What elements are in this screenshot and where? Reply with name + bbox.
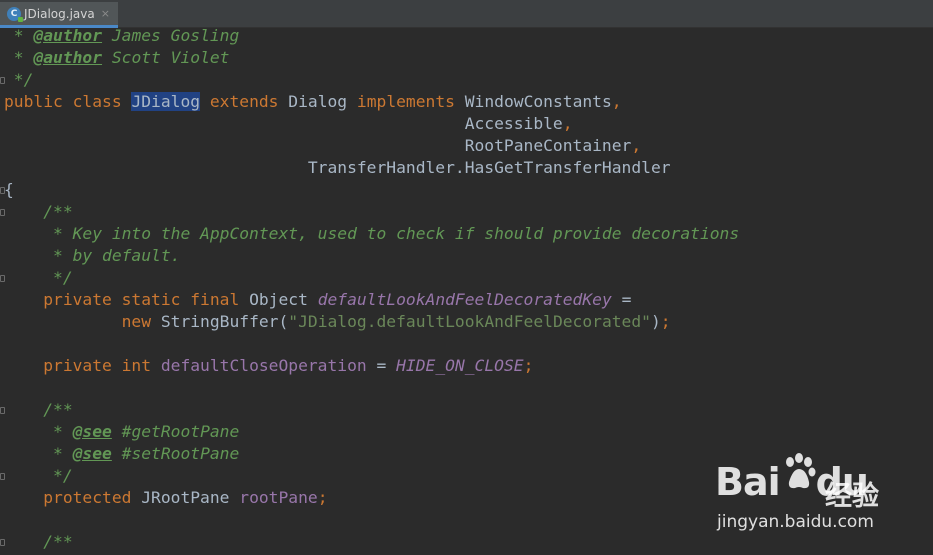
code-token: ; xyxy=(317,488,328,507)
fold-marker-icon[interactable] xyxy=(0,407,5,414)
code-line: /** xyxy=(4,201,73,223)
fold-marker-icon[interactable] xyxy=(0,209,5,216)
code-token: /** xyxy=(4,202,73,221)
editor-tab-bar: C JDialog.java × xyxy=(0,0,933,28)
code-token: extends xyxy=(200,92,289,111)
code-token: rootPane xyxy=(239,488,318,507)
code-token: WindowConstants xyxy=(464,92,612,111)
code-line: private int defaultCloseOperation = HIDE… xyxy=(4,355,533,377)
code-token: TransferHandler.HasGetTransferHandler xyxy=(4,158,671,177)
code-line: private static final Object defaultLookA… xyxy=(4,289,631,311)
code-token: protected xyxy=(4,488,142,507)
code-line: * by default. xyxy=(4,245,180,267)
watermark-chinese-text: 经验 xyxy=(825,481,879,512)
fold-marker-icon[interactable] xyxy=(0,77,5,84)
code-token: defaultCloseOperation xyxy=(160,356,367,375)
java-class-icon: C xyxy=(7,6,23,22)
code-token: , xyxy=(631,136,642,155)
code-token: StringBuffer( xyxy=(160,312,289,331)
code-token: * xyxy=(4,444,73,463)
code-line: * @author Scott Violet xyxy=(4,47,230,69)
code-token: ; xyxy=(660,312,671,331)
code-token: = xyxy=(611,290,632,309)
code-token: private static final xyxy=(4,290,250,309)
code-token: */ xyxy=(4,70,34,89)
code-token: Accessible xyxy=(4,114,563,133)
code-token: /** xyxy=(4,400,73,419)
code-line: Accessible, xyxy=(4,113,573,135)
code-token: * xyxy=(4,422,73,441)
code-token: = xyxy=(366,356,397,375)
fold-marker-icon[interactable] xyxy=(0,473,5,480)
code-line: /** xyxy=(4,531,73,553)
code-line: protected JRootPane rootPane; xyxy=(4,487,328,509)
code-token: Object xyxy=(249,290,318,309)
code-token: @author xyxy=(33,26,103,45)
code-token: HIDE_ON_CLOSE xyxy=(396,356,524,375)
watermark-url: jingyan.baidu.com xyxy=(717,512,874,532)
paw-icon xyxy=(786,453,816,489)
code-token: */ xyxy=(4,466,73,485)
code-line: * @author James Gosling xyxy=(4,25,239,47)
code-token: Dialog xyxy=(288,92,357,111)
code-line: { xyxy=(4,179,14,201)
code-token: "JDialog.defaultLookAndFeelDecorated" xyxy=(288,312,651,331)
code-token: implements xyxy=(356,92,465,111)
code-token: new xyxy=(4,312,161,331)
code-token: * xyxy=(4,48,34,67)
code-token: James Gosling xyxy=(102,26,240,45)
code-token: #setRootPane xyxy=(111,444,240,463)
code-token: , xyxy=(562,114,573,133)
code-token: public class xyxy=(4,92,132,111)
close-icon[interactable]: × xyxy=(101,7,110,20)
code-token: private int xyxy=(4,356,161,375)
code-token: @see xyxy=(72,444,112,463)
watermark-brand-left: Bai xyxy=(715,460,781,504)
code-token: #getRootPane xyxy=(111,422,240,441)
fold-marker-icon[interactable] xyxy=(0,275,5,282)
code-line: new StringBuffer("JDialog.defaultLookAnd… xyxy=(4,311,671,333)
code-token: * by default. xyxy=(4,246,181,265)
code-line: */ xyxy=(4,69,34,91)
tab-filename: JDialog.java xyxy=(24,6,95,21)
code-token: defaultLookAndFeelDecoratedKey xyxy=(317,290,612,309)
code-token: /** xyxy=(4,532,73,551)
code-line: /** xyxy=(4,399,73,421)
code-token: RootPaneContainer xyxy=(4,136,632,155)
selected-token: JDialog xyxy=(131,92,201,111)
code-token: * xyxy=(4,26,34,45)
code-line: * Key into the AppContext, used to check… xyxy=(4,223,739,245)
code-line: public class JDialog extends Dialog impl… xyxy=(4,91,622,113)
code-token: */ xyxy=(4,268,73,287)
code-token: @see xyxy=(72,422,112,441)
code-line: */ xyxy=(4,267,73,289)
baidu-jingyan-watermark: Bai du 经验 jingyan.baidu.com xyxy=(715,450,925,535)
code-line: * @see #setRootPane xyxy=(4,443,239,465)
code-token: { xyxy=(4,180,14,199)
code-token: @author xyxy=(33,48,103,67)
code-token: ) xyxy=(650,312,661,331)
code-token: JRootPane xyxy=(141,488,240,507)
code-token: Scott Violet xyxy=(102,48,230,67)
code-line: */ xyxy=(4,465,73,487)
code-token: ; xyxy=(523,356,534,375)
code-line: TransferHandler.HasGetTransferHandler xyxy=(4,157,671,179)
code-token: , xyxy=(611,92,622,111)
code-line: * @see #getRootPane xyxy=(4,421,239,443)
code-line: RootPaneContainer, xyxy=(4,135,641,157)
code-token: * Key into the AppContext, used to check… xyxy=(4,224,740,243)
fold-marker-icon[interactable] xyxy=(0,187,5,194)
fold-marker-icon[interactable] xyxy=(0,539,5,546)
